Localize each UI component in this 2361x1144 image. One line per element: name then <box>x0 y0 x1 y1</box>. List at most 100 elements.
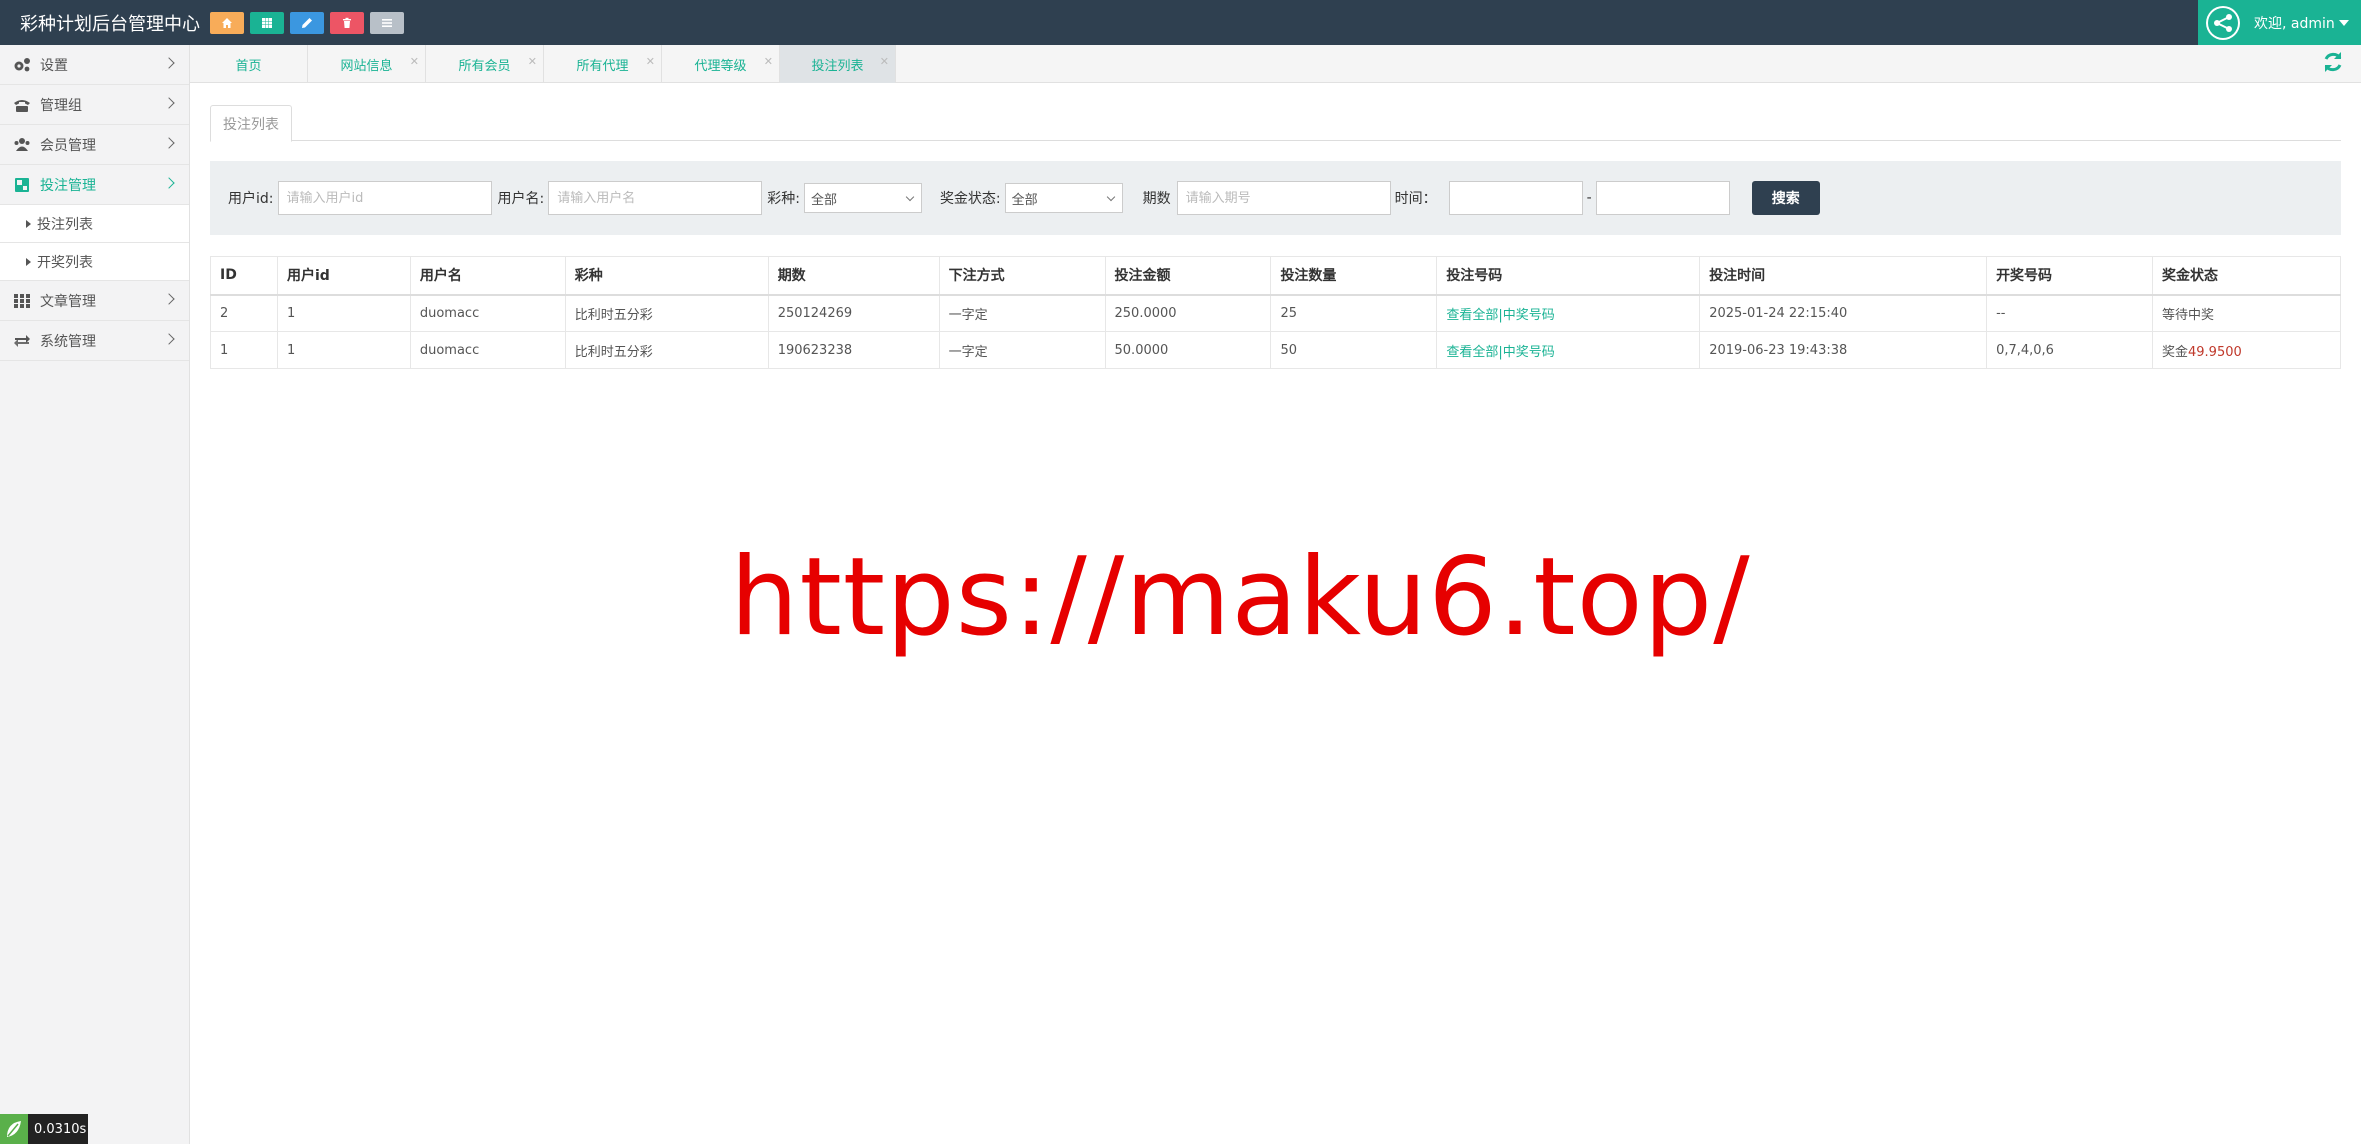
tab-agent-levels[interactable]: 代理等级 ✕ <box>662 45 780 83</box>
user-id-label: 用户id: <box>228 191 274 207</box>
table-row: 1 1 duomacc 比利时五分彩 190623238 一字定 50.0000… <box>210 331 2342 369</box>
tab-all-agents[interactable]: 所有代理 ✕ <box>544 45 662 83</box>
close-icon[interactable]: ✕ <box>410 55 419 68</box>
column-header: 期数 <box>767 256 940 296</box>
sidebar-item-bets[interactable]: 投注管理 <box>0 165 189 205</box>
sidebar-item-label: 文章管理 <box>40 293 96 310</box>
caret-right-icon <box>26 219 31 228</box>
sidebar-item-system[interactable]: 系统管理 <box>0 321 189 361</box>
cell-lottery: 比利时五分彩 <box>564 331 769 369</box>
cell-user-id: 1 <box>276 331 411 369</box>
close-icon[interactable]: ✕ <box>528 55 537 68</box>
cell-time: 2025-01-24 22:15:40 <box>1699 294 1988 332</box>
home-button[interactable] <box>210 11 244 34</box>
sidebar-item-label: 管理组 <box>40 97 82 114</box>
close-icon[interactable]: ✕ <box>646 55 655 68</box>
cell-numbers: 查看全部|中奖号码 <box>1436 331 1701 369</box>
column-header: 投注数量 <box>1270 256 1438 296</box>
user-id-input[interactable] <box>277 181 492 215</box>
cell-amount: 250.0000 <box>1104 294 1272 332</box>
column-header: 投注金额 <box>1104 256 1272 296</box>
cell-count: 25 <box>1270 294 1438 332</box>
cell-method: 一字定 <box>938 294 1106 332</box>
page-tabs: 投注列表 <box>210 105 2341 142</box>
tab-bet-list[interactable]: 投注列表 ✕ <box>780 45 896 83</box>
cell-numbers: 查看全部|中奖号码 <box>1436 294 1701 332</box>
close-icon[interactable]: ✕ <box>880 55 889 68</box>
table-header-row: ID 用户id 用户名 彩种 期数 下注方式 投注金额 投注数量 投注号码 投注… <box>210 256 2342 296</box>
list-button[interactable] <box>370 11 404 34</box>
share-icon <box>2208 7 2238 38</box>
sidebar-item-members[interactable]: 会员管理 <box>0 125 189 165</box>
trash-icon <box>343 17 351 28</box>
issue-label: 期数 <box>1142 191 1171 207</box>
top-bar: 彩种计划后台管理中心 欢迎, admin <box>0 0 2361 45</box>
bet-table: ID 用户id 用户名 彩种 期数 下注方式 投注金额 投注数量 投注号码 投注… <box>210 256 2342 369</box>
tab-all-members[interactable]: 所有会员 ✕ <box>426 45 544 83</box>
sidebar-item-admin-group[interactable]: 管理组 <box>0 85 189 125</box>
cell-id: 1 <box>210 331 278 369</box>
chevron-right-icon <box>163 57 175 69</box>
cell-lottery: 比利时五分彩 <box>564 294 769 332</box>
sidebar-subitem-bet-list[interactable]: 投注列表 <box>0 205 189 243</box>
tab-label: 首页 <box>235 58 262 74</box>
tab-site-info[interactable]: 网站信息 ✕ <box>308 45 426 83</box>
lottery-select[interactable]: 全部 <box>803 183 922 213</box>
tab-home[interactable]: 首页 <box>190 45 308 83</box>
watermark-text: https://maku6.top/ <box>730 535 1751 660</box>
sidebar-item-articles[interactable]: 文章管理 <box>0 281 189 321</box>
tab-label: 投注列表 <box>811 58 864 74</box>
delete-button[interactable] <box>330 11 364 34</box>
sidebar-subitem-label: 投注列表 <box>37 216 93 233</box>
time-separator: - <box>1586 190 1592 206</box>
exchange-icon <box>12 333 32 349</box>
search-form: 用户id: 用户名: 彩种: 全部 奖金状态: 全部 期数 时间： - 搜索 <box>210 161 2341 235</box>
view-numbers-link[interactable]: 查看全部|中奖号码 <box>1446 345 1554 360</box>
column-header: 投注号码 <box>1436 256 1701 296</box>
apps-icon <box>12 293 32 309</box>
sidebar-subitem-draw-list[interactable]: 开奖列表 <box>0 243 189 281</box>
lottery-label: 彩种: <box>767 191 800 207</box>
cell-method: 一字定 <box>938 331 1106 369</box>
sidebar-item-label: 设置 <box>40 57 68 74</box>
prize-amount: 49.9500 <box>2188 344 2242 360</box>
caret-down-icon <box>2338 19 2349 26</box>
cell-username: duomacc <box>409 294 566 332</box>
chevron-right-icon <box>163 333 175 345</box>
edit-button[interactable] <box>290 11 324 34</box>
cell-id: 2 <box>210 294 278 332</box>
column-header: 奖金状态 <box>2151 256 2342 296</box>
prize-status-select[interactable]: 全部 <box>1004 183 1123 213</box>
page-tab-bet-list[interactable]: 投注列表 <box>210 105 292 142</box>
view-numbers-link[interactable]: 查看全部|中奖号码 <box>1446 308 1554 323</box>
dashboard-icon <box>12 177 32 193</box>
close-icon[interactable]: ✕ <box>764 55 773 68</box>
column-header: 开奖号码 <box>1986 256 2153 296</box>
grid-button[interactable] <box>250 11 284 34</box>
debug-timer[interactable]: 0.0310s <box>0 1114 88 1144</box>
tab-label: 代理等级 <box>694 58 747 74</box>
sidebar-item-label: 投注管理 <box>40 177 96 194</box>
cell-status: 奖金49.9500 <box>2151 331 2342 369</box>
time-start-input[interactable] <box>1448 181 1583 215</box>
search-button[interactable]: 搜索 <box>1751 181 1820 215</box>
gears-icon <box>12 57 32 73</box>
chevron-right-icon <box>163 137 175 149</box>
cell-issue: 250124269 <box>767 294 940 332</box>
column-header: 投注时间 <box>1699 256 1988 296</box>
sidebar-item-settings[interactable]: 设置 <box>0 45 189 85</box>
lottery-select-value: 全部 <box>810 192 837 208</box>
users-icon <box>12 137 32 153</box>
time-label: 时间： <box>1394 191 1437 207</box>
column-header: ID <box>210 256 278 296</box>
user-menu[interactable]: 欢迎, admin <box>2198 0 2361 45</box>
cell-username: duomacc <box>409 331 566 369</box>
sidebar-item-label: 会员管理 <box>40 137 96 154</box>
refresh-icon[interactable] <box>2321 50 2345 74</box>
sidebar-item-label: 系统管理 <box>40 333 96 350</box>
grid-icon <box>262 17 272 28</box>
issue-input[interactable] <box>1176 181 1391 215</box>
time-end-input[interactable] <box>1595 181 1730 215</box>
username-input[interactable] <box>548 181 763 215</box>
prize-status-label: 奖金状态: <box>939 191 1001 207</box>
